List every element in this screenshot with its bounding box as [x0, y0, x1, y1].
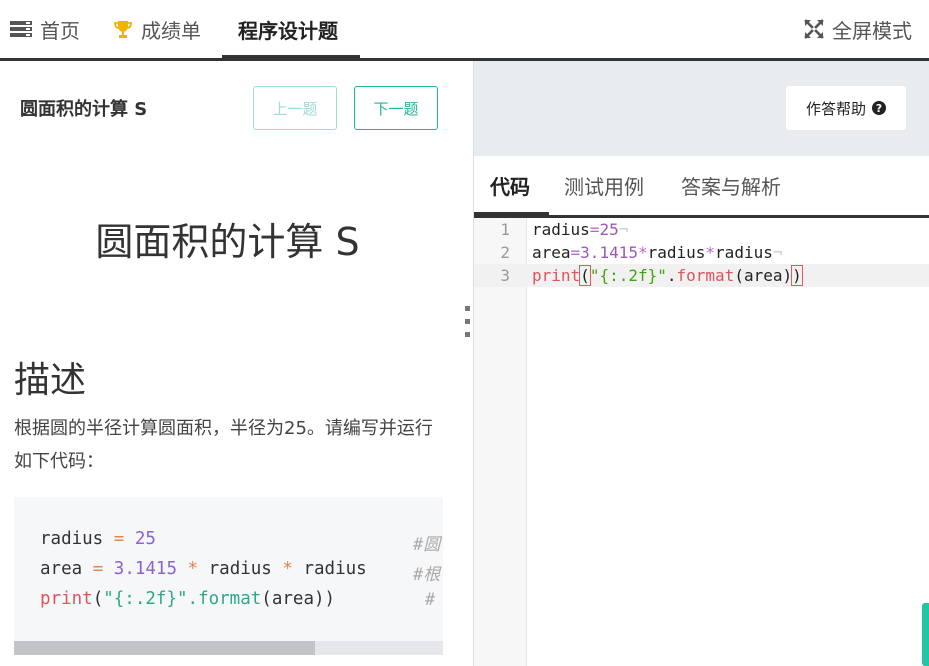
- expand-icon: [804, 19, 824, 39]
- code-token: radius: [40, 529, 114, 549]
- code-token: "{:.2f}": [589, 266, 667, 285]
- tab-test-cases[interactable]: 测试用例: [564, 156, 644, 215]
- drag-dot: [464, 306, 470, 311]
- code-token: "{:.2f}": [103, 589, 188, 609]
- fullscreen-button[interactable]: 全屏模式: [804, 0, 912, 58]
- code-comment: #圆: [413, 535, 441, 555]
- code-token: radius: [647, 243, 706, 262]
- editor-tabs: 代码 测试用例 答案与解析: [474, 156, 929, 218]
- editor-code-line[interactable]: radius=25¬: [532, 218, 628, 241]
- answer-help-button[interactable]: 作答帮助 ?: [786, 86, 906, 130]
- scrollbar-thumb[interactable]: [14, 641, 315, 655]
- code-comment: #: [425, 590, 436, 610]
- editor-code-line[interactable]: area=3.1415*radius*radius¬: [532, 241, 782, 264]
- question-panel: 圆面积的计算 S 上一题 下一题 圆面积的计算 S 描述 根据圆的半径计算圆面积…: [0, 61, 473, 666]
- fullscreen-label: 全屏模式: [832, 18, 912, 43]
- drag-dot: [464, 332, 470, 337]
- code-comment: #根: [413, 565, 441, 585]
- code-token: area: [40, 559, 93, 579]
- code-token: (: [92, 589, 104, 609]
- code-token: .format: [187, 589, 262, 609]
- help-label: 作答帮助: [805, 99, 866, 118]
- sample-code-line: radius = 25: [40, 529, 156, 549]
- code-token: =: [113, 529, 125, 549]
- code-token: radius: [532, 220, 590, 239]
- code-editor[interactable]: 1 2 3 radius=25¬ area=3.1415*radius*radi…: [474, 218, 929, 666]
- code-token: .: [666, 266, 677, 285]
- nav-active-indicator: [222, 55, 360, 60]
- code-token: 25: [134, 529, 156, 549]
- bracket-match: ): [791, 265, 803, 286]
- drag-dot: [464, 319, 470, 324]
- code-token: (area): [734, 266, 793, 285]
- code-token: area: [532, 243, 571, 262]
- code-token: *: [187, 559, 199, 579]
- sample-code-line: area = 3.1415 * radius * radius: [40, 559, 367, 579]
- horizontal-scrollbar[interactable]: [14, 641, 443, 655]
- question-circle-icon: ?: [872, 101, 886, 115]
- code-token: *: [637, 243, 648, 262]
- nav-grades[interactable]: 成绩单: [113, 0, 201, 58]
- nav-programming[interactable]: 程序设计题: [238, 0, 338, 58]
- problem-heading: 圆面积的计算 S: [95, 220, 360, 264]
- tab-answer-analysis[interactable]: 答案与解析: [681, 156, 781, 215]
- eol-marker: ¬: [772, 243, 783, 262]
- code-token: format: [676, 266, 735, 285]
- code-token: =: [589, 220, 600, 239]
- question-title: 圆面积的计算 S: [20, 99, 148, 120]
- description-heading: 描述: [14, 360, 87, 401]
- code-token: (area)): [261, 589, 336, 609]
- code-token: 3.1415: [113, 559, 177, 579]
- code-token: *: [705, 243, 716, 262]
- prev-question-button[interactable]: 上一题: [253, 86, 337, 130]
- description-text: 根据圆的半径计算圆面积，半径为25。请编写并运行如下代码：: [14, 418, 433, 472]
- code-token: =: [570, 243, 581, 262]
- editor-code-line[interactable]: print("{:.2f}".format(area)): [532, 264, 803, 287]
- code-token: print: [532, 266, 581, 285]
- server-icon: [10, 21, 32, 37]
- code-token: 3.1415: [580, 243, 638, 262]
- editor-toolbar: 作答帮助 ?: [474, 61, 929, 156]
- top-nav: 首页 成绩单 程序设计题 全屏模式: [0, 0, 929, 61]
- tab-code[interactable]: 代码: [490, 156, 530, 215]
- sample-code-line: print("{:.2f}".format(area)): [40, 589, 335, 609]
- trophy-icon: [114, 21, 132, 38]
- line-number: 3: [500, 266, 510, 285]
- code-token: =: [92, 559, 104, 579]
- code-token: 25: [599, 220, 619, 239]
- vertical-scrollbar[interactable]: [922, 603, 929, 666]
- code-token: *: [282, 559, 293, 579]
- code-token: radius: [715, 243, 773, 262]
- tab-active-indicator: [474, 212, 549, 217]
- nav-programming-label: 程序设计题: [238, 18, 338, 43]
- nav-grades-label: 成绩单: [141, 18, 201, 43]
- bracket-match: (: [579, 265, 591, 286]
- nav-home[interactable]: 首页: [10, 0, 80, 58]
- line-number: 1: [500, 220, 510, 239]
- resize-handle[interactable]: [463, 306, 471, 352]
- code-token: radius: [198, 559, 283, 579]
- sample-code-block: radius = 25 area = 3.1415 * radius * rad…: [14, 497, 443, 655]
- next-question-button[interactable]: 下一题: [354, 86, 438, 130]
- nav-home-label: 首页: [40, 18, 80, 43]
- code-token: print: [40, 589, 93, 609]
- code-token: radius: [292, 559, 367, 579]
- eol-marker: ¬: [618, 220, 629, 239]
- line-number: 2: [500, 243, 510, 262]
